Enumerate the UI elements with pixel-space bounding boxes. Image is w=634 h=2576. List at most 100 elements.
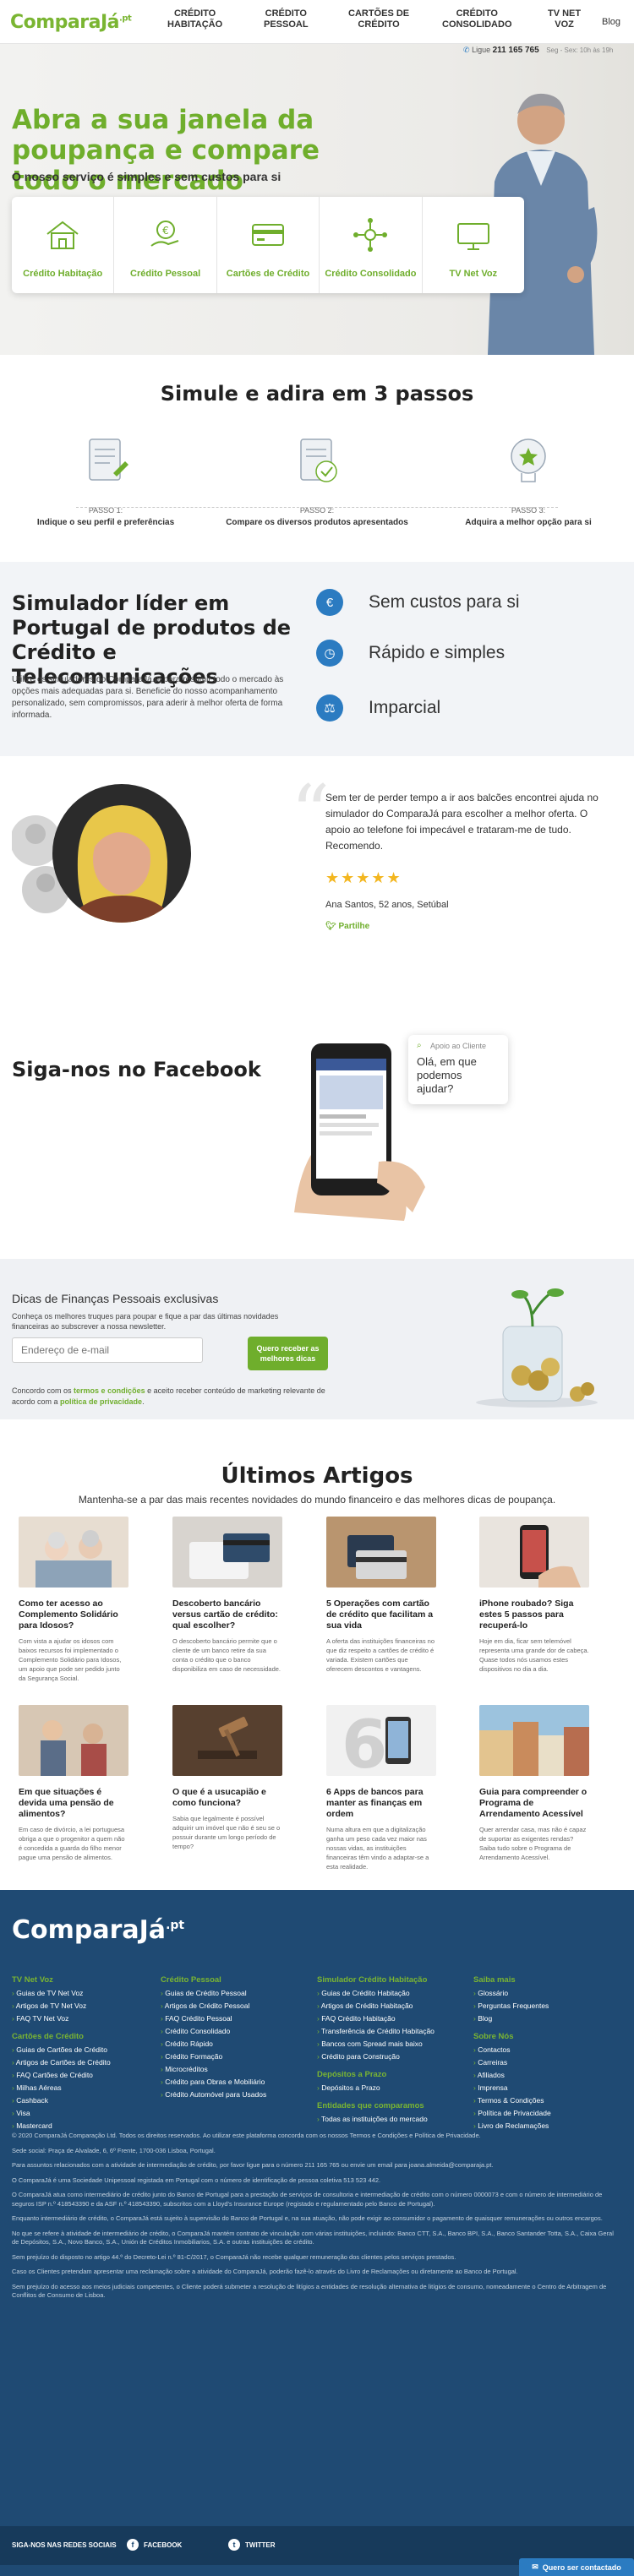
footer-heading[interactable]: Sobre Nós <box>473 2030 551 2044</box>
feature-no-cost: € Sem custos para si <box>316 585 620 619</box>
footer-link[interactable]: Glossário <box>473 1987 551 2000</box>
facebook-link[interactable]: f FACEBOOK <box>127 2539 182 2551</box>
terms-link[interactable]: termos e condições <box>74 1386 145 1395</box>
footer-link[interactable]: Cashback <box>12 2094 111 2107</box>
card-credito-pessoal[interactable]: € Crédito Pessoal <box>114 197 217 293</box>
chat-icon: ✉ <box>532 2562 538 2571</box>
money-icon: € <box>150 221 178 247</box>
twitter-link[interactable]: t TWITTER <box>228 2539 276 2551</box>
footer-heading[interactable]: Crédito Pessoal <box>161 1974 266 1987</box>
footer-link[interactable]: Crédito Rápido <box>161 2038 266 2050</box>
footer-link[interactable]: Transferência de Crédito Habitação <box>317 2025 435 2038</box>
footer-heading[interactable]: Simulador Crédito Habitação <box>317 1974 435 1987</box>
chat-label: Apoio ao Cliente <box>430 1042 487 1050</box>
footer-link[interactable]: Artigos de Cartões de Crédito <box>12 2056 111 2069</box>
footer-link[interactable]: FAQ Cartões de Crédito <box>12 2069 111 2082</box>
footer-heading[interactable]: Depósitos a Prazo <box>317 2068 435 2082</box>
nav-credito-pessoal[interactable]: CRÉDITO PESSOAL <box>264 8 309 30</box>
footer-link[interactable]: Carreiras <box>473 2056 551 2069</box>
card-credito-habitacao[interactable]: Crédito Habitação <box>12 197 115 293</box>
article-card[interactable]: 6 6 Apps de bancos para manter as finanç… <box>326 1705 436 1871</box>
card-tv-net-voz[interactable]: TV Net Voz <box>423 197 524 293</box>
footer-link[interactable]: Guias de Cartões de Crédito <box>12 2044 111 2056</box>
footer-link[interactable]: Milhas Aéreas <box>12 2082 111 2094</box>
newsletter-legal: Concordo com os termos e condições e ace… <box>12 1386 325 1406</box>
nav-credito-habitacao[interactable]: CRÉDITO HABITAÇÃO <box>167 8 222 30</box>
footer-link[interactable]: Contactos <box>473 2044 551 2056</box>
share-link[interactable]: 🐦︎ Partilhe <box>325 922 369 931</box>
twitter-icon: 🐦︎ <box>325 922 339 931</box>
footer-heading[interactable]: Entidades que comparamos <box>317 2099 435 2113</box>
subscribe-button[interactable]: Quero receber as melhores dicas <box>248 1337 328 1370</box>
footer-link[interactable]: Crédito Consolidado <box>161 2025 266 2038</box>
footer-logo[interactable]: ComparaJá.pt <box>12 1915 184 1945</box>
footer-link[interactable]: FAQ Crédito Pessoal <box>161 2012 266 2025</box>
hero-subtitle: O nosso serviço é simples e sem custos p… <box>12 170 281 183</box>
footer-link[interactable]: Depósitos a Prazo <box>317 2082 435 2094</box>
nav-blog[interactable]: Blog <box>602 17 620 27</box>
article-card[interactable]: Em que situações é devida uma pensão de … <box>19 1705 128 1871</box>
footer-link[interactable]: Mastercard <box>12 2120 111 2132</box>
footer-link[interactable]: Artigos de TV Net Voz <box>12 2000 111 2012</box>
twitter-icon: t <box>228 2539 240 2551</box>
footer-link[interactable]: Microcréditos <box>161 2063 266 2076</box>
testimonial-author: Ana Santos, 52 anos, Setúbal <box>325 900 449 910</box>
footer-col-4: Saiba mais Glossário Perguntas Frequente… <box>473 1974 551 2132</box>
nav-credito-consolidado[interactable]: CRÉDITO CONSOLIDADO <box>442 8 512 30</box>
site-logo[interactable]: ComparaJá.pt <box>10 12 132 33</box>
nav-tv-net-voz[interactable]: TV NET VOZ <box>548 8 581 30</box>
privacy-link[interactable]: política de privacidade <box>60 1397 142 1406</box>
article-thumbnail <box>172 1517 282 1588</box>
article-card[interactable]: O que é a usucapião e como funciona? Sab… <box>172 1705 282 1860</box>
footer-link[interactable]: Crédito Formação <box>161 2050 266 2063</box>
callback-button[interactable]: ✉ Quero ser contactado <box>519 2558 634 2576</box>
article-thumbnail <box>19 1705 128 1776</box>
footer-link[interactable]: Crédito Automóvel para Usados <box>161 2089 266 2101</box>
footer-link[interactable]: Bancos com Spread mais baixo <box>317 2038 435 2050</box>
footer-heading[interactable]: Saiba mais <box>473 1974 551 1987</box>
footer-link[interactable]: Guias de Crédito Pessoal <box>161 1987 266 2000</box>
newsletter-title: Dicas de Finanças Pessoais exclusivas <box>12 1292 219 1305</box>
article-card[interactable]: Descoberto bancário versus cartão de cré… <box>172 1517 282 1683</box>
article-card[interactable]: Guia para compreender o Programa de Arre… <box>479 1705 589 1871</box>
footer-link[interactable]: FAQ Crédito Habitação <box>317 2012 435 2025</box>
footer-link[interactable]: Artigos de Crédito Habitação <box>317 2000 435 2012</box>
footer-heading[interactable]: Cartões de Crédito <box>12 2030 111 2044</box>
footer-link[interactable]: Afiliados <box>473 2069 551 2082</box>
footer-link[interactable]: Todas as instituições do mercado <box>317 2113 435 2126</box>
footer-link[interactable]: Crédito para Construção <box>317 2050 435 2063</box>
svg-text:6: 6 <box>342 1707 387 1776</box>
search-icon: ⌕ <box>417 1041 422 1050</box>
footer-heading[interactable]: TV Net Voz <box>12 1974 111 1987</box>
card-credito-consolidado[interactable]: Crédito Consolidado <box>320 197 423 293</box>
footer-link[interactable]: Guias de TV Net Voz <box>12 1987 111 2000</box>
tv-icon <box>456 223 489 250</box>
footer-link[interactable]: Imprensa <box>473 2082 551 2094</box>
card-cartoes-credito[interactable]: Cartões de Crédito <box>217 197 320 293</box>
article-thumbnail <box>479 1517 589 1588</box>
footer-link[interactable]: Artigos de Crédito Pessoal <box>161 2000 266 2012</box>
phone-contact[interactable]: ✆ Ligue 211 165 765 Seg - Sex: 10h às 19… <box>463 46 613 55</box>
nav-cartoes-credito[interactable]: CARTÕES DE CRÉDITO <box>348 8 409 30</box>
email-input[interactable] <box>12 1337 203 1363</box>
footer-link[interactable]: Crédito para Obras e Mobiliário <box>161 2076 266 2089</box>
footer-link[interactable]: Perguntas Frequentes <box>473 2000 551 2012</box>
article-card[interactable]: Como ter acesso ao Complemento Solidário… <box>19 1517 128 1683</box>
scale-icon: ⚖ <box>316 694 343 722</box>
footer-link[interactable]: Termos & Condições <box>473 2094 551 2107</box>
chat-widget[interactable]: ⌕ Apoio ao Cliente Olá, em que podemos a… <box>408 1035 508 1104</box>
footer-link[interactable]: Blog <box>473 2012 551 2025</box>
footer-link[interactable]: Guias de Crédito Habitação <box>317 1987 435 2000</box>
footer-link[interactable]: Visa <box>12 2107 111 2120</box>
feature-fast: ◷ Rápido e simples <box>316 636 620 670</box>
newsletter-text: Conheça os melhores truques para poupar … <box>12 1312 279 1331</box>
article-thumbnail <box>19 1517 128 1588</box>
article-card[interactable]: 5 Operações com cartão de crédito que fa… <box>326 1517 436 1683</box>
step-3: PASSO 3: Adquira a melhor opção para si <box>423 431 634 527</box>
article-card[interactable]: iPhone roubado? Siga estes 5 passos para… <box>479 1517 589 1683</box>
footer-link[interactable]: FAQ TV Net Voz <box>12 2012 111 2025</box>
footer-link[interactable]: Livro de Reclamações <box>473 2120 551 2132</box>
site-header: ComparaJá.pt CRÉDITO HABITAÇÃO CRÉDITO PES… <box>0 0 634 44</box>
footer-col-1: TV Net Voz Guias de TV Net Voz Artigos d… <box>12 1974 111 2132</box>
footer-link[interactable]: Política de Privacidade <box>473 2107 550 2120</box>
